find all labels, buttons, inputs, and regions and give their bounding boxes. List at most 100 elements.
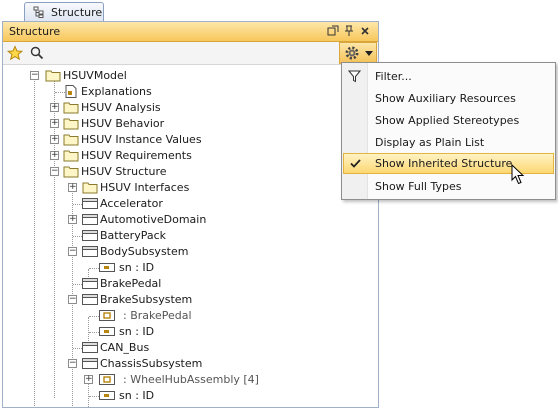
tab-strip: Structure [0, 0, 558, 22]
tree-row-hsuv-requirements[interactable]: + HSUV Requirements [3, 148, 378, 164]
tree-row-brakepedal[interactable]: BrakePedal [3, 276, 378, 292]
structure-icon [33, 6, 44, 18]
structure-tree[interactable]: − HSUVModel Explanations + HSUV Analysis… [3, 65, 378, 407]
folder-icon [82, 182, 98, 194]
menu-item-display-as-plain-list[interactable]: Display as Plain List [343, 132, 554, 153]
tree-label: BrakePedal [100, 277, 162, 290]
collapse-icon[interactable]: − [30, 71, 39, 80]
tree-row-chassissubsystem[interactable]: − ChassisSubsystem [3, 356, 378, 372]
tree-row-sn-id[interactable]: sn : ID [3, 388, 378, 404]
menu-item-label: Show Auxiliary Resources [375, 92, 516, 105]
block-icon [82, 230, 98, 241]
tree-row-sn-id[interactable]: sn : ID [3, 324, 378, 340]
tree-label: HSUV Interfaces [100, 181, 190, 194]
tree-row-hsuv-behavior[interactable]: + HSUV Behavior [3, 116, 378, 132]
tree-guide [73, 284, 82, 285]
tree-row-explanations[interactable]: Explanations [3, 84, 378, 100]
panel-titlebar: Structure [3, 22, 378, 42]
tree-guide [89, 316, 99, 317]
menu-item-filter[interactable]: Filter... [343, 66, 554, 87]
tree-row-accelerator[interactable]: Accelerator [3, 196, 378, 212]
menu-item-label: Show Applied Stereotypes [375, 114, 520, 127]
block-icon [82, 214, 98, 225]
collapse-icon[interactable]: − [68, 247, 77, 256]
tree-guide [89, 332, 99, 333]
tree-row-hsuvmodel[interactable]: − HSUVModel [3, 68, 378, 84]
tree-guide [89, 268, 99, 269]
expand-icon[interactable]: + [50, 103, 59, 112]
menu-item-label: Show Full Types [375, 180, 462, 193]
tab-structure[interactable]: Structure [24, 2, 104, 21]
collapse-icon[interactable]: − [68, 359, 77, 368]
block-icon [82, 342, 98, 353]
menu-item-label: Display as Plain List [375, 136, 485, 149]
tree-row-can-bus[interactable]: CAN_Bus [3, 340, 378, 356]
tree-label: HSUVModel [63, 69, 127, 82]
block-icon [82, 278, 98, 289]
folder-icon [63, 150, 79, 162]
folder-icon [45, 70, 61, 82]
tree-label: HSUV Analysis [81, 101, 161, 114]
tree-row-brakesubsystem[interactable]: − BrakeSubsystem [3, 292, 378, 308]
tree-guide [89, 396, 99, 397]
gear-icon [345, 46, 359, 60]
property-icon [99, 391, 115, 400]
checkmark-icon [350, 159, 361, 168]
star-icon[interactable] [7, 45, 23, 61]
tree-row-hsuv-instance-values[interactable]: + HSUV Instance Values [3, 132, 378, 148]
part-icon [99, 374, 115, 385]
tree-label: ChassisSubsystem [100, 357, 203, 370]
options-menu-button[interactable] [339, 42, 377, 64]
mouse-pointer-icon [511, 164, 525, 185]
panel-toolbar [3, 42, 378, 65]
tree-row-sn-id[interactable]: sn : ID [3, 260, 378, 276]
tree-label: HSUV Behavior [81, 117, 165, 130]
folder-icon [63, 166, 79, 178]
tree-row-part-wheelhubassembly[interactable]: + : WheelHubAssembly [4] [3, 372, 378, 388]
tree-guide [73, 204, 82, 205]
property-icon [99, 263, 115, 272]
tree-label: BatteryPack [100, 229, 167, 242]
tree-row-hsuv-interfaces[interactable]: + HSUV Interfaces [3, 180, 378, 196]
pin-icon[interactable] [343, 25, 355, 37]
expand-icon[interactable]: + [50, 119, 59, 128]
tree-label: BodySubsystem [100, 245, 189, 258]
tree-label: : WheelHubAssembly [4] [123, 373, 259, 386]
collapse-icon[interactable]: − [68, 295, 77, 304]
tree-row-batterypack[interactable]: BatteryPack [3, 228, 378, 244]
block-icon [82, 246, 98, 257]
tree-row-hsuv-structure[interactable]: − HSUV Structure [3, 164, 378, 180]
tree-label: Explanations [81, 85, 152, 98]
structure-panel: Structure − HSUVModel Explanations + HSU… [2, 21, 379, 408]
menu-item-show-applied-stereotypes[interactable]: Show Applied Stereotypes [343, 110, 554, 131]
filter-icon [348, 70, 361, 83]
tab-label: Structure [51, 6, 103, 19]
tree-row-part-brakepedal[interactable]: : BrakePedal [3, 308, 378, 324]
close-icon[interactable] [359, 25, 371, 37]
collapse-icon[interactable]: − [50, 167, 59, 176]
tree-guide [73, 348, 82, 349]
tree-label: sn : ID [119, 325, 155, 338]
tree-label: HSUV Structure [81, 165, 167, 178]
tree-row-bodysubsystem[interactable]: − BodySubsystem [3, 244, 378, 260]
tree-row-hsuv-analysis[interactable]: + HSUV Analysis [3, 100, 378, 116]
document-icon [65, 85, 77, 98]
expand-icon[interactable]: + [68, 183, 77, 192]
tree-label: sn : ID [119, 261, 155, 274]
float-window-icon[interactable] [327, 25, 339, 37]
tree-label: : BrakePedal [123, 309, 192, 322]
expand-icon[interactable]: + [50, 151, 59, 160]
folder-icon [63, 134, 79, 146]
tree-guide [73, 236, 82, 237]
expand-icon[interactable]: + [84, 375, 93, 384]
tree-label: BrakeSubsystem [100, 293, 193, 306]
tree-label: Accelerator [100, 197, 163, 210]
chevron-down-icon [365, 51, 373, 56]
menu-item-show-auxiliary-resources[interactable]: Show Auxiliary Resources [343, 88, 554, 109]
property-icon [99, 327, 115, 336]
tree-label: HSUV Instance Values [81, 133, 202, 146]
expand-icon[interactable]: + [50, 135, 59, 144]
tree-row-automotivedomain[interactable]: + AutomotiveDomain [3, 212, 378, 228]
expand-icon[interactable]: + [68, 215, 77, 224]
search-icon[interactable] [29, 45, 45, 61]
